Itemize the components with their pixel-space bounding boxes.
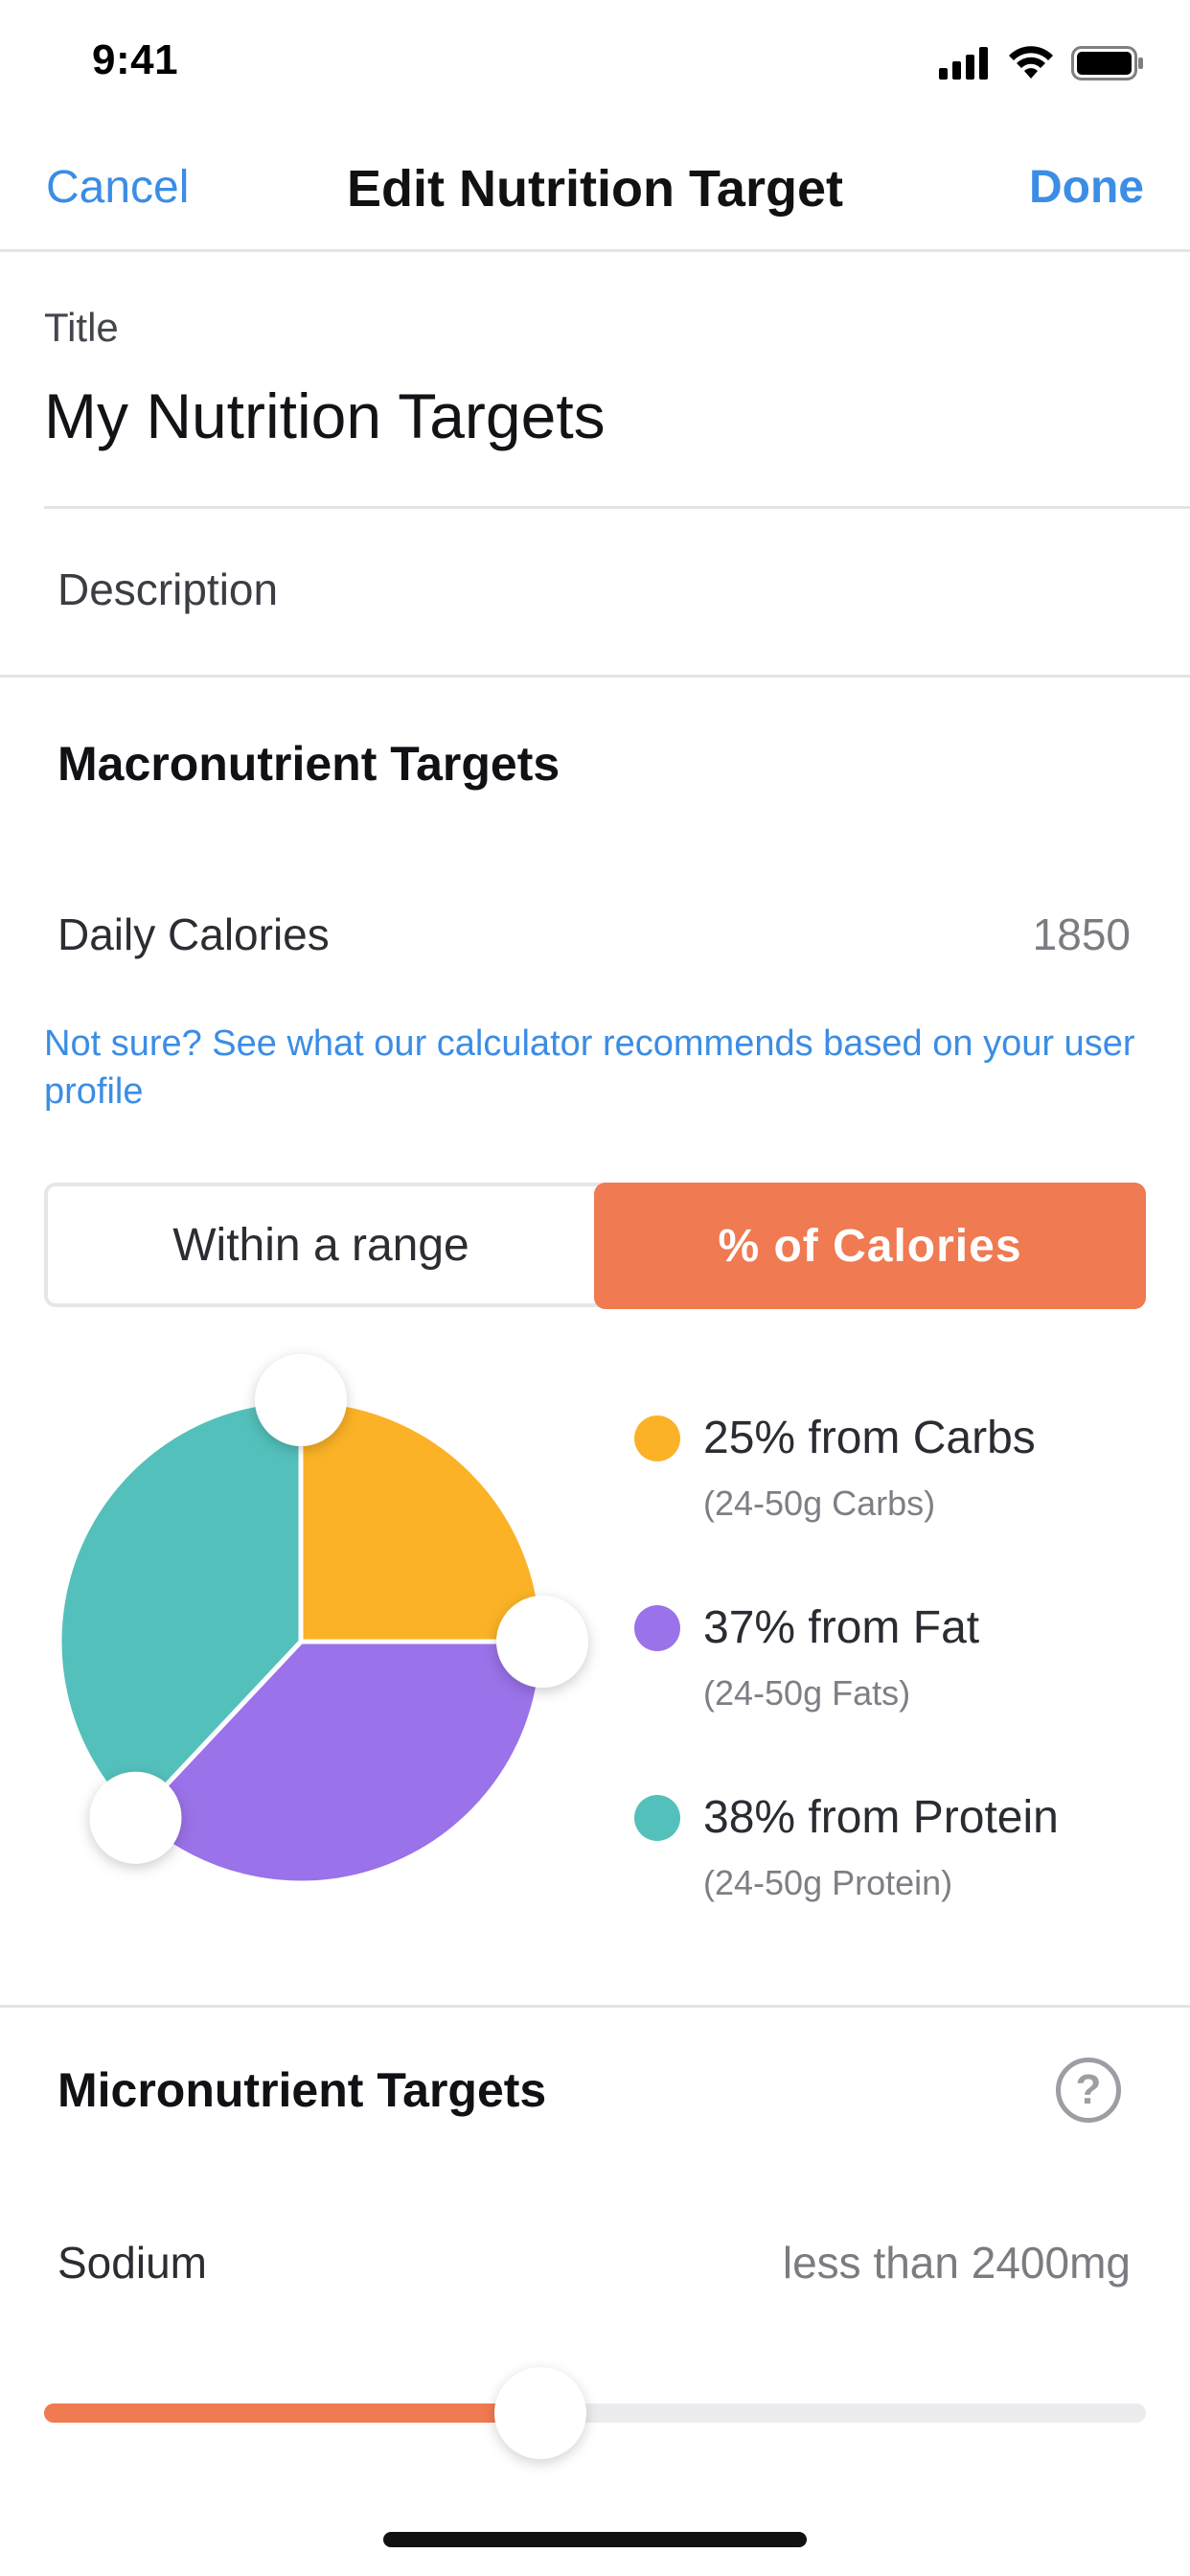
calculator-link[interactable]: Not sure? See what our calculator recomm…	[44, 1020, 1146, 1116]
title-divider	[44, 506, 1190, 509]
sodium-value: less than 2400mg	[782, 2238, 1131, 2288]
sodium-label: Sodium	[57, 2238, 207, 2288]
cellular-signal-icon	[939, 47, 988, 80]
macronutrient-section-title: Macronutrient Targets	[57, 737, 561, 791]
done-button[interactable]: Done	[1029, 161, 1144, 214]
carbs-legend-range: (24-50g Carbs)	[703, 1484, 936, 1523]
status-icons	[939, 46, 1144, 80]
help-icon[interactable]: ?	[1056, 2058, 1121, 2123]
protein-legend-swatch	[634, 1795, 680, 1841]
micronutrient-section-title: Micronutrient Targets	[57, 2063, 547, 2117]
status-time: 9:41	[92, 36, 179, 83]
battery-icon	[1071, 46, 1143, 80]
macro-divider	[0, 2005, 1190, 2008]
macronutrient-pie-chart	[57, 1354, 588, 1886]
sodium-slider-thumb[interactable]	[493, 2367, 586, 2459]
nav-divider	[0, 249, 1190, 252]
description-divider	[0, 675, 1190, 678]
segment-within-range[interactable]: Within a range	[48, 1186, 594, 1303]
title-field[interactable]: My Nutrition Targets	[44, 380, 606, 452]
fat-legend-swatch	[634, 1605, 680, 1651]
fat-legend-label: 37% from Fat	[703, 1602, 980, 1653]
pie-handle-carbs-fat[interactable]	[496, 1596, 588, 1688]
protein-legend-label: 38% from Protein	[703, 1792, 1059, 1843]
fat-legend-range: (24-50g Fats)	[703, 1673, 911, 1713]
sodium-slider-fill	[44, 2404, 540, 2423]
wifi-icon	[1009, 46, 1053, 79]
description-field[interactable]: Description	[57, 564, 278, 615]
segment-percent-calories[interactable]: % of Calories	[594, 1183, 1146, 1309]
daily-calories-label: Daily Calories	[57, 909, 330, 959]
page-title: Edit Nutrition Target	[347, 160, 843, 218]
home-indicator	[383, 2532, 807, 2547]
carbs-legend-swatch	[634, 1415, 680, 1461]
protein-legend-range: (24-50g Protein)	[703, 1863, 953, 1902]
daily-calories-value[interactable]: 1850	[1033, 908, 1131, 960]
title-label: Title	[44, 305, 119, 350]
pie-handle-fat-protein[interactable]	[89, 1771, 182, 1864]
pie-slice-carbs	[298, 1397, 545, 1644]
carbs-legend-label: 25% from Carbs	[703, 1413, 1036, 1463]
pie-handle-protein-carbs[interactable]	[255, 1354, 347, 1446]
